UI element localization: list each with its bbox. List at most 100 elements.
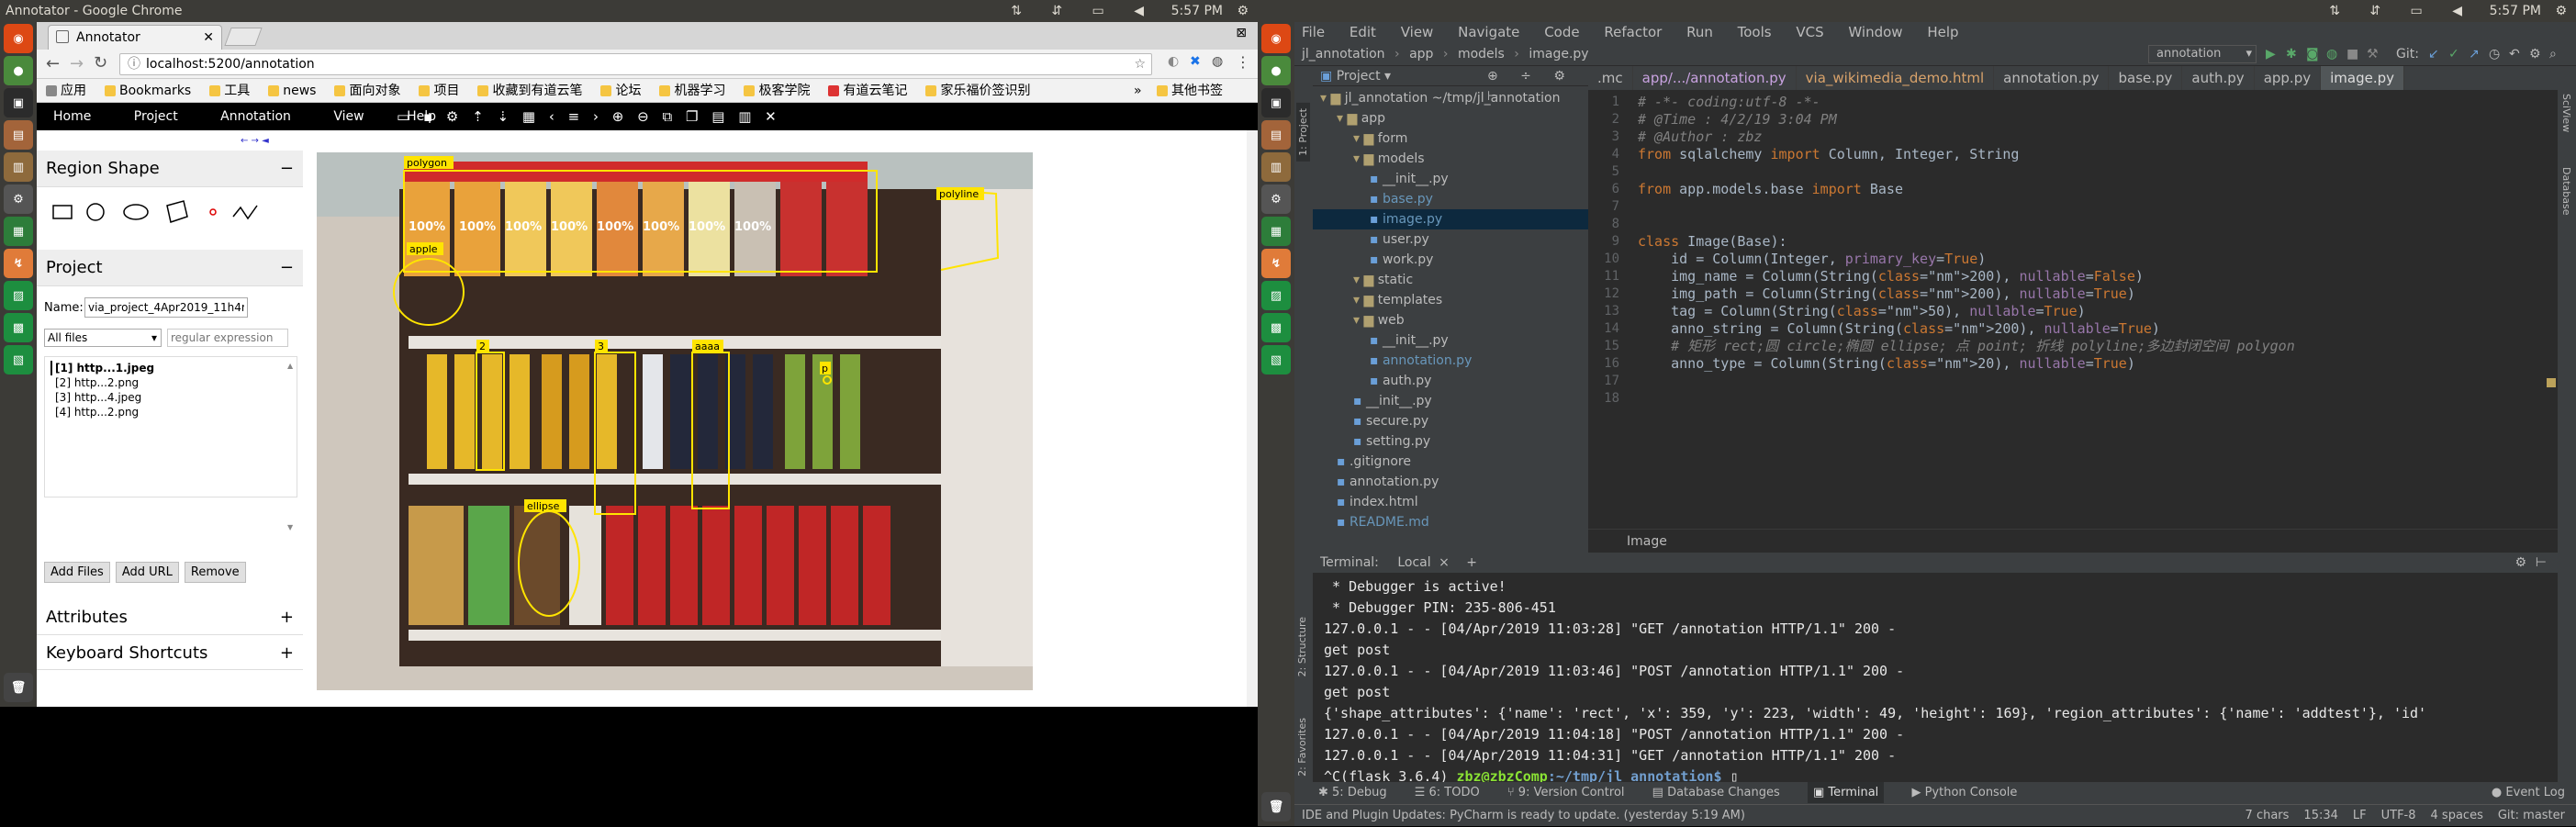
menu-tools[interactable]: Tools (1738, 24, 1772, 40)
bookmark-item[interactable]: 机器学习 (659, 79, 725, 102)
debug-icon[interactable]: ✱ (2286, 42, 2297, 66)
sidebar-collapse-arrows[interactable]: ← → ◄ (241, 136, 269, 146)
app3-icon[interactable]: ▩ (4, 313, 33, 342)
delete-icon[interactable]: ✕ (765, 108, 777, 125)
code-line[interactable]: # @Time : 4/2/19 3:04 PM (1638, 111, 2556, 129)
code-line[interactable]: class Image(Base): (1638, 233, 2556, 251)
editor-tab[interactable]: .mc (1588, 66, 1633, 90)
menu-navigate[interactable]: Navigate (1458, 24, 1519, 40)
file-item[interactable]: [4] http...2.png (50, 405, 291, 419)
forward-icon[interactable]: → (70, 54, 84, 73)
region-shape-header[interactable]: Region Shape − (37, 151, 303, 187)
tree-file[interactable]: ▪ image.py (1313, 209, 1588, 229)
omnibox[interactable]: ⓘ localhost:5200/annotation ☆ (119, 53, 1152, 75)
pycharm-icon[interactable]: ▦ (4, 217, 33, 246)
tree-file[interactable]: ▪ annotation.py (1313, 351, 1588, 371)
bookmark-item[interactable]: 极客学院 (744, 79, 810, 102)
terminal-tool-tab[interactable]: ▣ Terminal (1807, 782, 1885, 803)
tree-folder[interactable]: ▾ ▆ models (1313, 149, 1588, 169)
settings-icon[interactable]: ⚙ (446, 108, 458, 125)
files-icon[interactable]: ▤ (1261, 120, 1291, 150)
structure-tool-tab[interactable]: 2: Structure (1296, 617, 1308, 676)
project-view-select[interactable]: ▣ Project ▾ (1320, 69, 1391, 84)
code-line[interactable]: # @Author : zbz (1638, 129, 2556, 146)
tree-file[interactable]: ▪ base.py (1313, 189, 1588, 209)
bookmark-item[interactable]: 项目 (419, 79, 459, 102)
remove-button[interactable]: Remove (184, 562, 246, 583)
add-files-button[interactable]: Add Files (44, 562, 110, 583)
page-scrollbar[interactable] (1247, 130, 1258, 707)
file-item-selected[interactable]: [1] http...1.jpeg (50, 361, 291, 375)
menu-icon[interactable]: ⋮ (1236, 53, 1250, 71)
search-icon[interactable]: ⌕ (2549, 42, 2557, 66)
tree-file[interactable]: ▪ user.py (1313, 229, 1588, 250)
other-bookmarks[interactable]: 其他书签 (1157, 79, 1223, 102)
select-all-icon[interactable]: ⧉ (662, 108, 672, 125)
files-icon[interactable]: ▤ (4, 120, 33, 150)
tree-file[interactable]: ▪ __init__.py (1313, 169, 1588, 189)
editor-tab[interactable]: via_wikimedia_demo.html (1797, 66, 1995, 90)
file-item[interactable]: [2] http...2.png (50, 375, 291, 390)
list-icon[interactable]: ≡ (568, 108, 580, 125)
code-line[interactable]: img_name = Column(String(class="nm">200)… (1638, 268, 2556, 285)
app-icon[interactable]: ▥ (1261, 152, 1291, 182)
shortcuts-header[interactable]: Keyboard Shortcuts + (37, 637, 303, 670)
add-url-button[interactable]: Add URL (115, 562, 179, 583)
git-commit-icon[interactable]: ✓ (2448, 42, 2459, 66)
ubuntu-icon[interactable]: ◉ (4, 24, 33, 53)
todo-tool-tab[interactable]: ☰ 6: TODO (1415, 786, 1480, 799)
git-update-icon[interactable]: ↙ (2428, 42, 2439, 66)
settings-icon[interactable]: ⚙ (4, 184, 33, 214)
reload-icon[interactable]: ↻ (94, 53, 107, 73)
tree-file[interactable]: ▪ __init__.py (1313, 391, 1588, 411)
code-line[interactable]: # 矩形 rect;圆 circle;椭圆 ellipse; 点 point; … (1638, 338, 2556, 355)
file-item[interactable]: [3] http...4.jpeg (50, 390, 291, 405)
menu-help[interactable]: Help (1927, 24, 1958, 40)
new-terminal-icon[interactable]: + (1466, 555, 1477, 570)
editor-tab[interactable]: base.py (2109, 66, 2183, 90)
settings-wrench-icon[interactable]: ⚙ (2529, 42, 2541, 66)
menu-file[interactable]: File (1302, 24, 1325, 40)
menu-run[interactable]: Run (1686, 24, 1713, 40)
upload-icon[interactable]: ⇡ (472, 108, 484, 125)
status-encoding[interactable]: UTF-8 (2381, 805, 2416, 827)
editor-scroll-marker[interactable] (2547, 378, 2556, 387)
code-line[interactable] (1638, 216, 2556, 233)
paste-icon[interactable]: ▤ (711, 108, 724, 125)
run-config-select[interactable]: annotation ▾ (2148, 45, 2257, 63)
window-close-icon[interactable]: ⊠ (1236, 26, 1247, 40)
chrome-icon[interactable]: ● (1261, 56, 1291, 85)
revert-icon[interactable]: ↶ (2509, 42, 2520, 66)
code-editor[interactable]: # -*- coding:utf-8 -*- # @Time : 4/2/19 3… (1638, 94, 2556, 408)
pycharm-icon[interactable]: ▦ (1261, 217, 1291, 246)
tree-file[interactable]: ▪ index.html (1313, 492, 1588, 512)
code-line[interactable]: # -*- coding:utf-8 -*- (1638, 94, 2556, 111)
status-line-sep[interactable]: LF (2353, 805, 2367, 827)
profile-icon[interactable]: ◍ (2326, 42, 2337, 66)
bookmarks-more[interactable]: » (1134, 79, 1142, 102)
editor-tab[interactable]: app.py (2255, 66, 2322, 90)
chrome-icon[interactable]: ● (4, 56, 33, 85)
code-line[interactable] (1638, 163, 2556, 181)
tree-file[interactable]: ▪ auth.py (1313, 371, 1588, 391)
point-tool-icon[interactable] (209, 208, 217, 216)
status-git-branch[interactable]: Git: master (2498, 805, 2565, 827)
code-line[interactable] (1638, 198, 2556, 216)
code-line[interactable]: from app.models.base import Base (1638, 181, 2556, 198)
star-icon[interactable]: ☆ (1134, 54, 1146, 74)
terminal-local-tab[interactable]: Local (1397, 555, 1430, 570)
tray-icons-right[interactable]: ⇅ ⇵ ▭ ◀ (2329, 0, 2475, 22)
project-name-input[interactable] (84, 297, 248, 318)
python-console-tool-tab[interactable]: ▶ Python Console (1911, 786, 2017, 799)
terminal-close-icon[interactable]: × (1439, 555, 1450, 570)
terminal-hide-icon[interactable]: ⊢ (2536, 553, 2547, 573)
menu-vcs[interactable]: VCS (1796, 24, 1823, 40)
bookmark-item[interactable]: Bookmarks (105, 79, 191, 102)
editor-tab[interactable]: auth.py (2182, 66, 2255, 90)
ext-icon-2[interactable]: ✖ (1190, 54, 1201, 69)
settings-icon[interactable]: ⚙ (1261, 184, 1291, 214)
save-icon[interactable]: ▪ (423, 108, 432, 125)
app3-icon[interactable]: ▩ (1261, 313, 1291, 342)
back-icon[interactable]: ← (46, 54, 60, 73)
zoom-out-icon[interactable]: ⊖ (637, 108, 649, 125)
